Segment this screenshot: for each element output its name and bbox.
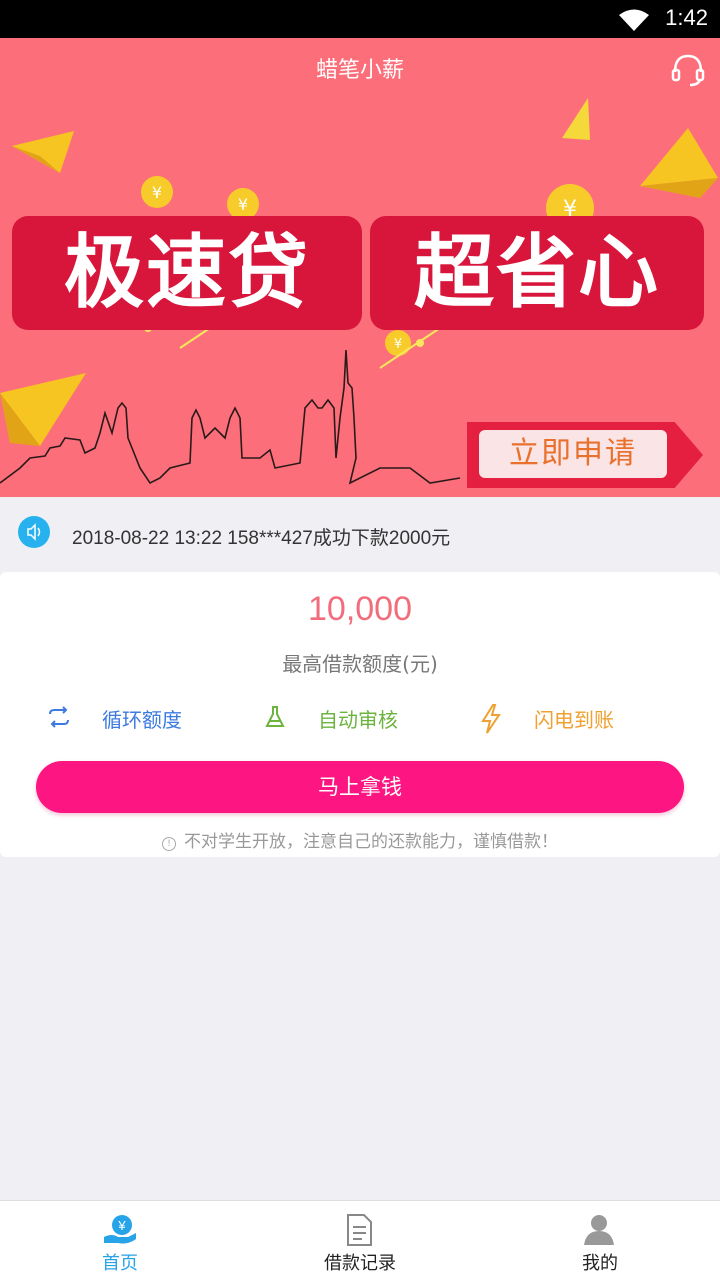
svg-text:¥: ¥ (117, 1218, 126, 1233)
speaker-icon (18, 516, 50, 548)
customer-service-icon[interactable] (670, 52, 706, 88)
lightning-icon (481, 704, 501, 734)
feature-label: 自动审核 (318, 708, 398, 732)
document-icon (347, 1214, 372, 1246)
max-loan-label: 最高借款额度(元) (282, 652, 438, 676)
svg-text:¥: ¥ (238, 195, 248, 214)
info-icon: ! (162, 837, 176, 851)
promo-banner[interactable]: ¥ ¥ ¥ ¥ 蜡笔小薪 极速贷 超省心 立即申请 (0, 38, 720, 497)
user-icon (584, 1215, 614, 1245)
svg-text:¥: ¥ (152, 183, 162, 202)
home-money-icon: ¥ (104, 1215, 136, 1244)
cycle-icon (49, 706, 69, 728)
bottom-tab-bar: ¥ 首页 借款记录 我的 (0, 1200, 720, 1281)
feature-label: 闪电到账 (534, 708, 614, 732)
get-money-button[interactable]: 马上拿钱 (36, 761, 684, 813)
tab-label: 首页 (102, 1253, 138, 1274)
tab-mine[interactable]: 我的 (480, 1201, 720, 1281)
loan-notice-bar: 2018-08-22 13:22 158***427成功下款2000元 (0, 497, 720, 572)
apply-now-button[interactable]: 立即申请 (467, 422, 703, 488)
apply-now-label: 立即申请 (479, 430, 667, 478)
feature-label: 循环额度 (102, 708, 182, 732)
feature-cycle-credit: 循环额度 (46, 702, 226, 732)
wifi-icon (619, 9, 649, 31)
tab-label: 我的 (582, 1253, 618, 1274)
loan-card: 10,000 最高借款额度(元) 循环额度 自动审核 闪电到账 马上拿钱 ! 不对… (0, 572, 720, 857)
feature-auto-review: 自动审核 (262, 702, 442, 732)
tab-home[interactable]: ¥ 首页 (0, 1201, 240, 1281)
borrowing-warning: ! 不对学生开放，注意自己的还款能力，谨慎借款！ (0, 827, 720, 852)
max-loan-amount: 10,000 (308, 590, 412, 628)
flask-icon (265, 706, 285, 727)
status-time: 1:42 (665, 5, 708, 30)
tab-loan-records[interactable]: 借款记录 (240, 1201, 480, 1281)
status-bar: 1:42 (0, 0, 720, 38)
banner-slogan-left: 极速贷 (12, 216, 362, 330)
notice-text: 2018-08-22 13:22 158***427成功下款2000元 (72, 528, 451, 549)
app-title: 蜡笔小薪 (315, 58, 404, 83)
feature-lightning-payout: 闪电到账 (478, 702, 658, 734)
tab-label: 借款记录 (324, 1253, 396, 1274)
banner-slogan-right: 超省心 (370, 216, 704, 330)
warning-text: 不对学生开放，注意自己的还款能力，谨慎借款！ (184, 832, 558, 852)
svg-text:¥: ¥ (394, 337, 402, 352)
